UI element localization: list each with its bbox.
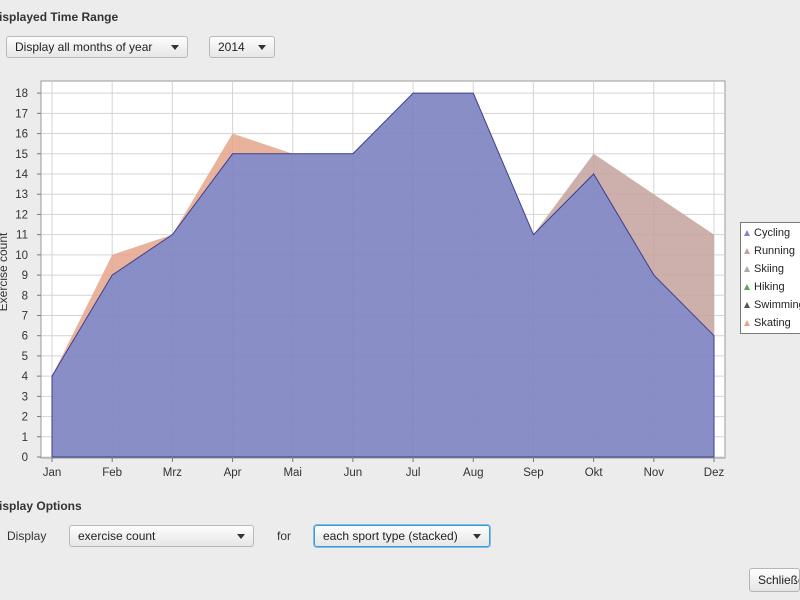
triangle-icon bbox=[744, 320, 750, 327]
y-tick-label: 15 bbox=[15, 149, 28, 161]
month-range-select[interactable]: Display all months of year bbox=[6, 36, 188, 58]
legend-label: Swimming bbox=[754, 299, 800, 311]
x-tick-label: Jul bbox=[406, 467, 421, 479]
legend-item-skiing: Skiing bbox=[744, 263, 784, 279]
chevron-down-icon bbox=[237, 534, 245, 539]
sport-mode-value: each sport type (stacked) bbox=[323, 529, 458, 543]
x-tick-label: Jun bbox=[344, 467, 363, 479]
y-tick-label: 10 bbox=[15, 250, 28, 262]
y-tick-label: 13 bbox=[15, 189, 28, 201]
y-tick-label: 16 bbox=[15, 129, 28, 141]
legend-item-running: Running bbox=[744, 245, 795, 261]
y-axis-ticks: 0123456789101112131415161718 bbox=[15, 88, 41, 464]
y-tick-label: 18 bbox=[15, 88, 28, 100]
display-options-title: isplay Options bbox=[0, 499, 82, 513]
chart-legend: Cycling Running Skiing Hiking Swimming S… bbox=[740, 222, 800, 334]
year-select[interactable]: 2014 bbox=[209, 36, 275, 58]
for-label: for bbox=[277, 529, 292, 543]
y-tick-label: 14 bbox=[15, 169, 28, 181]
legend-label: Running bbox=[754, 245, 795, 257]
chevron-down-icon bbox=[258, 45, 266, 50]
triangle-icon bbox=[744, 284, 750, 291]
y-tick-label: 3 bbox=[22, 391, 28, 403]
legend-label: Cycling bbox=[754, 227, 791, 239]
legend-item-skating: Skating bbox=[744, 317, 791, 333]
time-range-title: isplayed Time Range bbox=[0, 10, 119, 24]
x-tick-label: Jan bbox=[43, 467, 62, 479]
y-tick-label: 9 bbox=[22, 270, 28, 282]
x-tick-label: Apr bbox=[224, 467, 242, 479]
x-tick-label: Mrz bbox=[163, 467, 182, 479]
legend-item-swimming: Swimming bbox=[744, 299, 800, 315]
display-label: Display bbox=[7, 529, 47, 543]
chevron-down-icon bbox=[171, 45, 179, 50]
y-tick-label: 12 bbox=[15, 209, 28, 221]
legend-label: Skiing bbox=[754, 263, 784, 275]
y-tick-label: 8 bbox=[22, 290, 28, 302]
y-tick-label: 4 bbox=[22, 371, 29, 383]
y-axis-label: Exercise count bbox=[0, 232, 10, 311]
month-range-value: Display all months of year bbox=[15, 40, 153, 54]
chevron-down-icon bbox=[473, 534, 481, 539]
triangle-icon bbox=[744, 248, 750, 255]
y-tick-label: 17 bbox=[15, 108, 28, 120]
display-value: exercise count bbox=[78, 529, 156, 543]
triangle-icon bbox=[744, 230, 750, 237]
sport-mode-select[interactable]: each sport type (stacked) bbox=[314, 525, 490, 547]
x-tick-label: Nov bbox=[644, 467, 665, 479]
year-value: 2014 bbox=[218, 40, 245, 54]
legend-item-cycling: Cycling bbox=[744, 227, 790, 243]
y-tick-label: 6 bbox=[22, 331, 28, 343]
x-tick-label: Mai bbox=[283, 467, 302, 479]
x-tick-label: Okt bbox=[585, 467, 604, 479]
y-tick-label: 11 bbox=[16, 230, 28, 242]
legend-label: Hiking bbox=[754, 281, 785, 293]
y-tick-label: 2 bbox=[22, 412, 28, 424]
triangle-icon bbox=[744, 302, 750, 309]
x-tick-label: Sep bbox=[523, 467, 543, 479]
y-tick-label: 1 bbox=[22, 432, 28, 444]
legend-label: Skating bbox=[754, 317, 791, 329]
legend-item-hiking: Hiking bbox=[744, 281, 785, 297]
x-tick-label: Aug bbox=[463, 467, 483, 479]
triangle-icon bbox=[744, 266, 750, 273]
x-axis-ticks: Jan Feb Mrz Apr Mai Jun Jul Aug Sep Okt Nov Dez bbox=[43, 458, 725, 479]
close-button[interactable]: Schließen bbox=[749, 568, 800, 592]
y-tick-label: 7 bbox=[22, 310, 28, 322]
y-tick-label: 0 bbox=[22, 452, 28, 464]
x-tick-label: Feb bbox=[102, 467, 122, 479]
x-tick-label: Dez bbox=[704, 467, 725, 479]
y-tick-label: 5 bbox=[22, 351, 28, 363]
close-button-label: Schließen bbox=[758, 573, 799, 587]
exercise-chart: 0123456789101112131415161718 Jan Feb Mrz Ap… bbox=[0, 80, 726, 479]
display-value-select[interactable]: exercise count bbox=[69, 525, 254, 547]
